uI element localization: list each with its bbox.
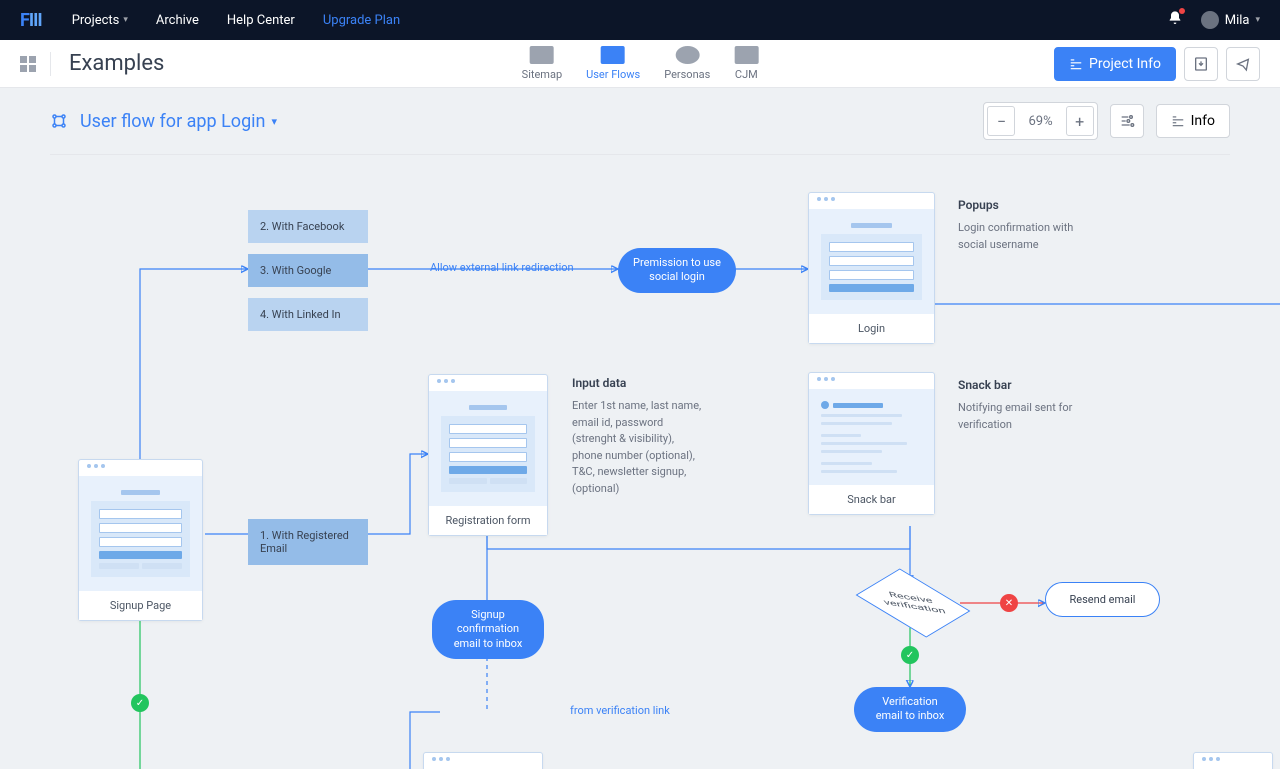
node-partial[interactable] [423,752,543,769]
nav-archive[interactable]: Archive [156,13,199,28]
divider [50,52,51,76]
edge-label-allow: Allow external link redirection [430,261,574,274]
tab-userflows[interactable]: User Flows [586,46,640,81]
settings-button[interactable] [1110,104,1144,138]
chevron-down-icon: ▾ [1255,15,1260,25]
fail-icon: ✕ [1000,594,1018,612]
divider [50,154,1230,155]
node-resend-email[interactable]: Resend email [1045,582,1160,617]
note-popups: Popups Login confirmation with social us… [958,196,1098,253]
note-input-data: Input data Enter 1st name, last name, em… [572,374,702,497]
tab-cjm[interactable]: CJM [734,46,758,81]
canvas[interactable]: Signup Page 2. With Facebook 3. With Goo… [0,154,1280,769]
node-snackbar[interactable]: Snack bar [808,372,935,515]
top-nav: FIII Projects▾ Archive Help Center Upgra… [0,0,1280,40]
option-linkedin[interactable]: 4. With Linked In [248,298,368,331]
view-tabs: Sitemap User Flows Personas CJM [522,46,759,81]
zoom-value: 69% [1018,114,1062,129]
notifications-icon[interactable] [1167,10,1183,30]
node-verification-email[interactable]: Verification email to inbox [854,687,966,732]
tab-personas[interactable]: Personas [664,46,710,81]
apps-icon[interactable] [20,56,36,72]
nav-projects[interactable]: Projects▾ [72,13,128,28]
page-title: Examples [69,51,164,76]
zoom-out-button[interactable]: − [987,106,1015,136]
node-partial[interactable] [1193,752,1273,769]
logo[interactable]: FIII [20,10,42,31]
tab-sitemap[interactable]: Sitemap [522,46,562,81]
node-receive-verification[interactable]: Receive verification [856,568,971,637]
sub-nav: Examples Sitemap User Flows Personas CJM… [0,40,1280,88]
node-login[interactable]: Login [808,192,935,344]
option-facebook[interactable]: 2. With Facebook [248,210,368,243]
avatar [1201,11,1219,29]
node-signup-confirmation[interactable]: Signup confirmation email to inbox [432,600,544,659]
nav-upgrade[interactable]: Upgrade Plan [323,13,400,28]
zoom-in-button[interactable]: + [1066,106,1094,136]
user-menu[interactable]: Mila ▾ [1201,11,1260,29]
import-button[interactable] [1184,47,1218,81]
option-google[interactable]: 3. With Google [248,254,368,287]
project-info-button[interactable]: Project Info [1054,47,1176,81]
info-button[interactable]: Info [1156,104,1230,138]
node-signup-page[interactable]: Signup Page [78,459,203,621]
chevron-down-icon: ▾ [272,115,278,128]
share-button[interactable] [1226,47,1260,81]
success-icon: ✓ [131,694,149,712]
edge-label-verification-link: from verification link [570,704,670,717]
toolbar: User flow for app Login▾ − 69% + Info [0,88,1280,154]
zoom-control: − 69% + [983,102,1097,140]
note-snackbar: Snack bar Notifying email sent for verif… [958,376,1098,433]
nav-help[interactable]: Help Center [227,13,295,28]
flow-title[interactable]: User flow for app Login▾ [80,111,277,132]
node-permission[interactable]: Premission to use social login [618,248,736,293]
success-icon: ✓ [901,646,919,664]
option-registered-email[interactable]: 1. With Registered Email [248,519,368,565]
chevron-down-icon: ▾ [123,15,128,25]
node-registration-form[interactable]: Registration form [428,374,548,536]
flow-icon [50,112,68,130]
